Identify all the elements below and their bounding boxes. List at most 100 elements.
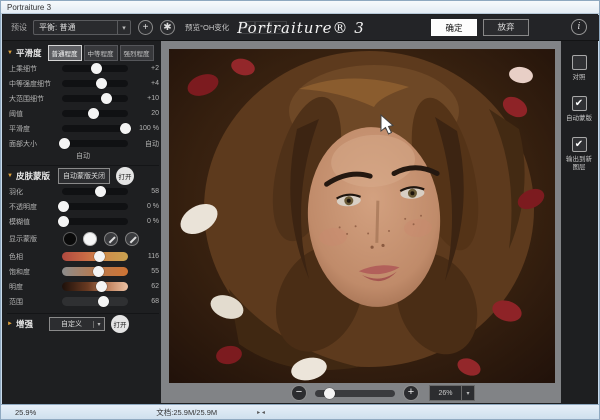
slider-track[interactable] bbox=[62, 95, 128, 102]
enhance-preset-dropdown[interactable]: 自定义 ▾ bbox=[49, 317, 105, 331]
zoom-level-dropdown[interactable]: 26% ▾ bbox=[429, 385, 475, 401]
slider-track[interactable] bbox=[62, 218, 128, 225]
slider-track[interactable] bbox=[62, 203, 128, 210]
add-preset-button[interactable]: + bbox=[138, 20, 153, 35]
face-size-auto-caption: 自动 bbox=[7, 151, 159, 161]
slider-label: 大范围细节 bbox=[9, 94, 57, 104]
gear-icon: ✱ bbox=[163, 22, 171, 33]
output-options-panel: 对照 自动蒙版 输出到新图层 bbox=[561, 41, 597, 403]
title-bar[interactable]: Portraiture 3 bbox=[1, 1, 600, 14]
slider-track[interactable] bbox=[62, 282, 128, 291]
slider-value: 62 bbox=[133, 283, 159, 290]
eyedropper-add-icon[interactable] bbox=[104, 232, 118, 246]
history-buttons: ↶ ↷ ⌄ bbox=[239, 21, 287, 34]
chevron-down-icon[interactable]: ▾ bbox=[117, 21, 130, 34]
slider-thumb[interactable] bbox=[120, 123, 131, 134]
zoom-in-button[interactable]: + bbox=[403, 385, 419, 401]
output-new-layer-checkbox[interactable] bbox=[572, 137, 587, 152]
zoom-slider-thumb[interactable] bbox=[324, 388, 335, 399]
auto-mask-checkbox[interactable] bbox=[572, 96, 587, 111]
slider-thumb[interactable] bbox=[96, 78, 107, 89]
chevron-down-icon[interactable]: ▾ bbox=[93, 321, 104, 328]
chevron-down-icon[interactable]: ▾ bbox=[461, 386, 474, 400]
portrait-photo[interactable] bbox=[169, 49, 555, 383]
slider-thumb[interactable] bbox=[58, 201, 69, 212]
slider-value: 0 % bbox=[133, 203, 159, 210]
slider-track[interactable] bbox=[62, 188, 128, 195]
chevron-down-icon: ⌄ bbox=[276, 23, 283, 32]
enhance-section-header[interactable]: ► 增强 自定义 ▾ 打开 bbox=[7, 316, 159, 332]
slider-track[interactable] bbox=[62, 140, 128, 147]
enhance-power-button[interactable]: 打开 bbox=[111, 315, 129, 333]
slider-track[interactable] bbox=[62, 297, 128, 306]
mask-power-button[interactable]: 打开 bbox=[116, 167, 134, 185]
slider-track[interactable] bbox=[62, 252, 128, 261]
slider-label: 色相 bbox=[9, 252, 57, 262]
redo-button[interactable]: ↷ bbox=[255, 21, 271, 34]
tab-strong-level[interactable]: 强烈程度 bbox=[120, 45, 154, 61]
slider-threshold: 阈值 20 bbox=[7, 106, 159, 121]
preview-area: − + 26% ▾ bbox=[161, 41, 563, 403]
undo-button[interactable]: ↶ bbox=[239, 21, 255, 34]
enhance-preset-value: 自定义 bbox=[50, 319, 93, 329]
ok-button[interactable]: 确定 bbox=[431, 19, 477, 36]
slider-thumb[interactable] bbox=[88, 108, 99, 119]
preset-dropdown[interactable]: 平衡: 普通 ▾ bbox=[33, 20, 131, 35]
slider-thumb[interactable] bbox=[101, 93, 112, 104]
slider-thumb[interactable] bbox=[93, 266, 104, 277]
automask-toggle-button[interactable]: 自动蒙版关闭 bbox=[58, 168, 110, 184]
cancel-button[interactable]: 放弃 bbox=[483, 19, 529, 36]
compare-checkbox[interactable] bbox=[572, 55, 587, 70]
slider-thumb[interactable] bbox=[98, 296, 109, 307]
slider-thumb[interactable] bbox=[96, 281, 107, 292]
slider-label: 饱和度 bbox=[9, 267, 57, 277]
adjustments-panel: ▼ 平滑度 普通程度 中等程度 强烈程度 上乘细节 +2 中等强度细节 +4 大… bbox=[7, 43, 159, 403]
slider-latitude: 范围 68 bbox=[7, 294, 159, 309]
tab-normal-level[interactable]: 普通程度 bbox=[48, 45, 82, 61]
slider-value: +2 bbox=[133, 65, 159, 72]
tab-medium-level[interactable]: 中等程度 bbox=[84, 45, 118, 61]
eyedropper-subtract-icon[interactable] bbox=[125, 232, 139, 246]
slider-fine-detail: 上乘细节 +2 bbox=[7, 61, 159, 76]
slider-thumb[interactable] bbox=[58, 216, 69, 227]
status-zoom-value[interactable]: 25.9% bbox=[15, 408, 36, 417]
slider-value: +10 bbox=[133, 95, 159, 102]
slider-track[interactable] bbox=[62, 267, 128, 276]
zoom-out-button[interactable]: − bbox=[291, 385, 307, 401]
slider-thumb[interactable] bbox=[59, 138, 70, 149]
slider-track[interactable] bbox=[62, 65, 128, 72]
smoothing-section-header[interactable]: ▼ 平滑度 普通程度 中等程度 强烈程度 bbox=[7, 45, 159, 61]
slider-value: 20 bbox=[133, 110, 159, 117]
preview-changes-toggle[interactable]: 预览°OH变化 bbox=[185, 22, 229, 33]
history-menu-button[interactable]: ⌄ bbox=[271, 21, 287, 34]
slider-label: 平滑度 bbox=[9, 124, 57, 134]
slider-track[interactable] bbox=[62, 80, 128, 87]
slider-thumb[interactable] bbox=[91, 63, 102, 74]
settings-button[interactable]: ✱ bbox=[160, 20, 175, 35]
compare-label: 对照 bbox=[563, 74, 595, 82]
slider-track[interactable] bbox=[62, 125, 128, 132]
status-bar: 25.9% 文档:25.9M/25.9M ▸ ◂ bbox=[1, 404, 600, 419]
mask-color-white-swatch[interactable] bbox=[83, 232, 97, 246]
minus-icon: − bbox=[296, 386, 302, 398]
zoom-slider[interactable] bbox=[315, 390, 395, 397]
slider-track[interactable] bbox=[62, 110, 128, 117]
skin-mask-section-header[interactable]: ▼ 皮肤蒙版 自动蒙版关闭 打开 bbox=[7, 168, 159, 184]
slider-large-detail: 大范围细节 +10 bbox=[7, 91, 159, 106]
slider-thumb[interactable] bbox=[95, 186, 106, 197]
slider-label: 羽化 bbox=[9, 187, 57, 197]
show-mask-label: 显示蒙版 bbox=[9, 234, 57, 244]
info-button[interactable]: i bbox=[571, 19, 587, 35]
slider-value: 68 bbox=[133, 298, 159, 305]
redo-icon: ↷ bbox=[260, 23, 267, 32]
collapsed-arrow-icon: ► bbox=[7, 321, 16, 327]
smoothing-title: 平滑度 bbox=[16, 47, 42, 59]
slider-thumb[interactable] bbox=[94, 251, 105, 262]
slider-value: 0 % bbox=[133, 218, 159, 225]
mask-color-black-swatch[interactable] bbox=[63, 232, 77, 246]
slider-value: 58 bbox=[133, 188, 159, 195]
status-arrows-icon[interactable]: ▸ ◂ bbox=[257, 409, 265, 416]
smoothing-strength-tabs: 普通程度 中等程度 强烈程度 bbox=[48, 45, 154, 61]
collapse-arrow-icon: ▼ bbox=[7, 173, 16, 179]
slider-label: 面部大小 bbox=[9, 139, 57, 149]
